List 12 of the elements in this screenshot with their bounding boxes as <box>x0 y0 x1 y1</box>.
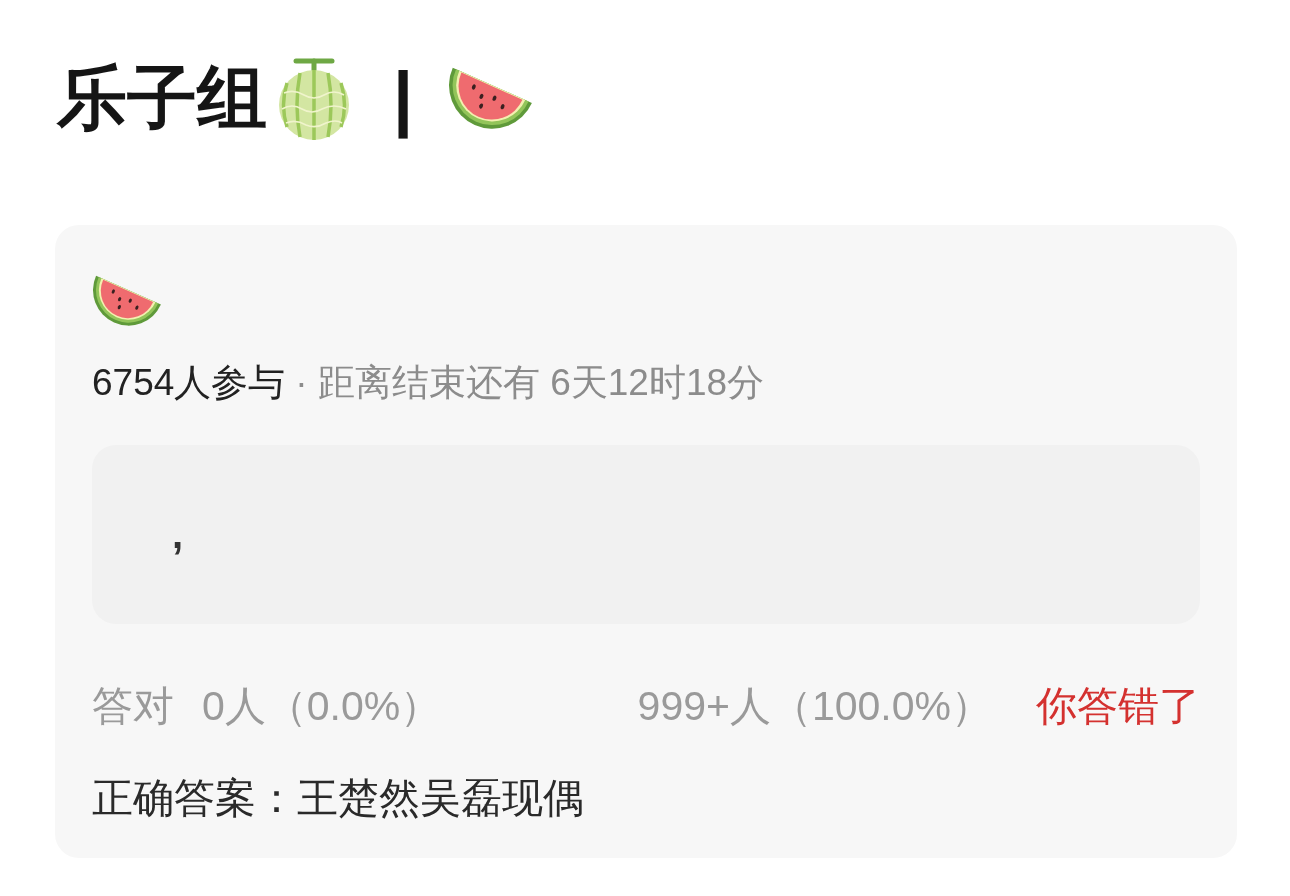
correct-label: 答对 <box>92 682 174 731</box>
participants-count: 6754人参与 <box>92 362 286 403</box>
watermelon-icon <box>449 67 533 129</box>
wrong-count: 999+人（100.0%） <box>637 682 992 731</box>
correct-count: 0人（0.0%） <box>202 682 442 731</box>
result-text: 你答错了 <box>1036 682 1200 731</box>
title-separator: | <box>393 57 414 141</box>
watermelon-icon <box>93 275 161 326</box>
countdown-text: · 距离结束还有 6天12时18分 <box>295 362 765 403</box>
correct-answer-text: 正确答案：王楚然吴磊现偶 <box>92 774 585 823</box>
group-title: 乐子组 <box>57 58 267 139</box>
answer-box: , <box>92 445 1200 624</box>
